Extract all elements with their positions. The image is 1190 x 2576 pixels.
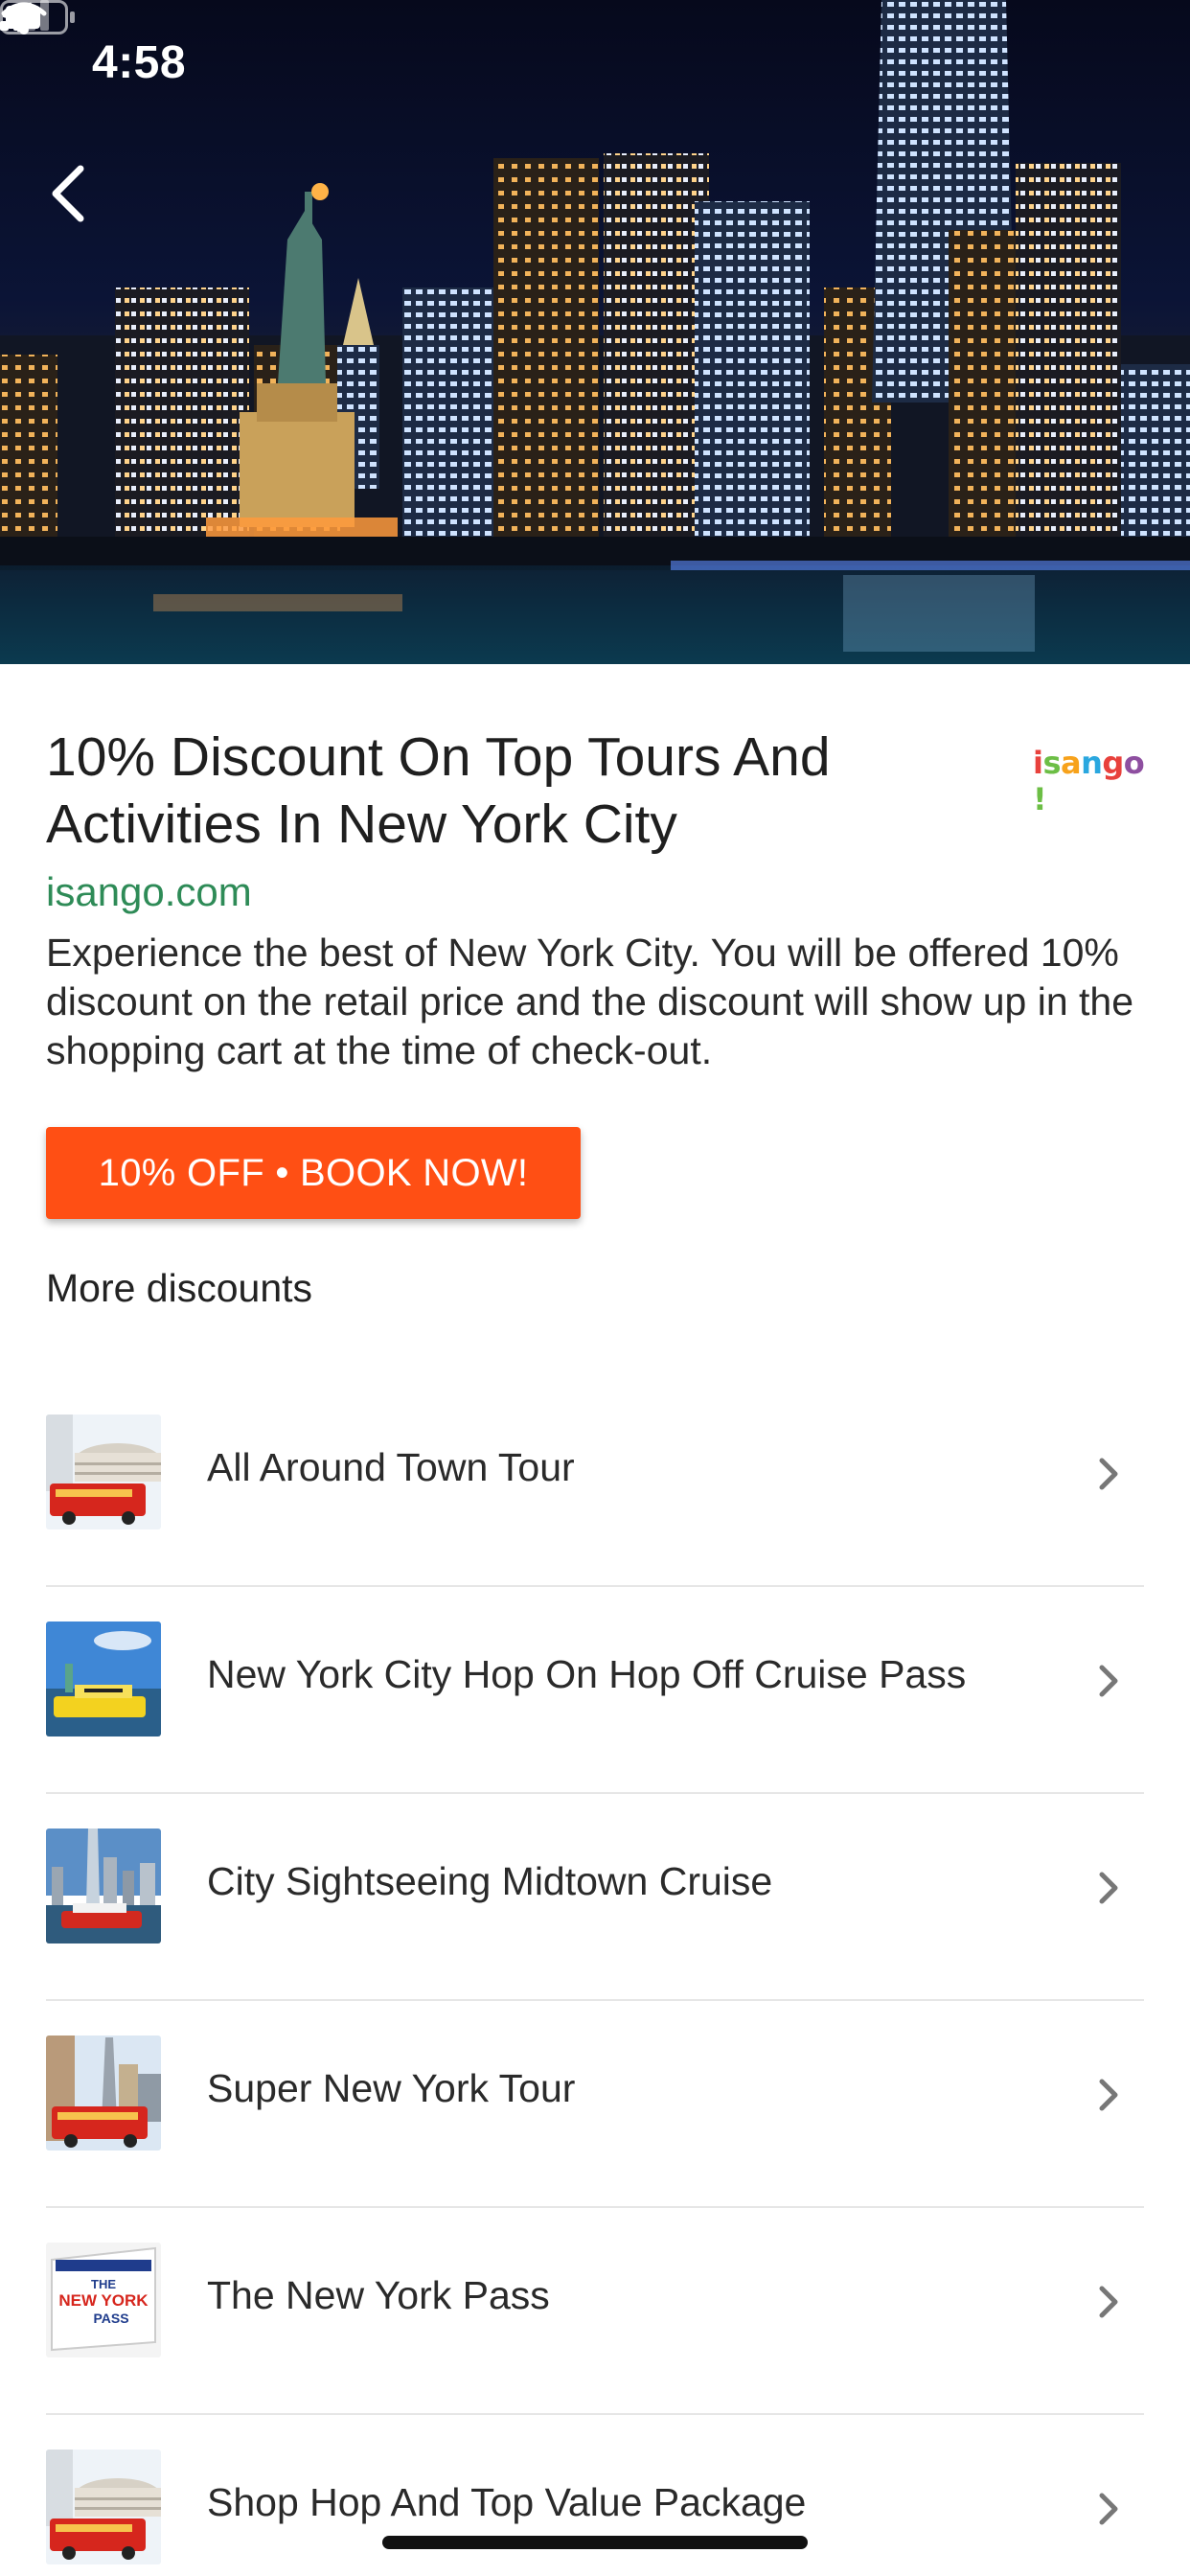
logo-letter: s (1042, 745, 1062, 781)
pass-text-new-york: NEW YORK (58, 2291, 149, 2310)
chevron-right-icon (1099, 2493, 1118, 2525)
tour-thumbnail (46, 1828, 161, 1944)
chevron-right-icon (1099, 2079, 1118, 2111)
chevron-right-icon (1099, 1872, 1118, 1904)
more-discounts-heading: More discounts (46, 1266, 313, 1310)
tour-thumbnail (46, 1414, 161, 1530)
tour-thumbnail (46, 2036, 161, 2150)
status-bar: 4:58 (0, 0, 1190, 126)
list-item-label: All Around Town Tour (207, 1445, 575, 1489)
isango-logo[interactable]: isango! (1033, 745, 1148, 817)
list-item-shop-hop-and-top[interactable]: Shop Hop And Top Value Package (46, 2415, 1144, 2576)
battery-icon (0, 0, 75, 34)
list-item-new-york-pass[interactable]: THE NEW YORK PASS The New York Pass (46, 2208, 1144, 2415)
logo-letter: a (1061, 745, 1082, 781)
discount-list: All Around Town Tour New York City Hop O… (46, 1380, 1144, 2576)
book-now-button[interactable]: 10% OFF • BOOK NOW! (46, 1127, 581, 1219)
logo-letter: n (1081, 745, 1103, 781)
list-item-all-around-town-tour[interactable]: All Around Town Tour (46, 1380, 1144, 1587)
pass-text-the: THE (91, 2277, 116, 2291)
tour-thumbnail (46, 2450, 161, 2564)
list-item-label: The New York Pass (207, 2273, 550, 2317)
list-item-label: Shop Hop And Top Value Package (207, 2480, 807, 2524)
chevron-right-icon (1099, 1458, 1118, 1490)
status-time: 4:58 (92, 37, 187, 88)
list-item-midtown-cruise[interactable]: City Sightseeing Midtown Cruise (46, 1794, 1144, 2001)
hero-image: 4:58 (0, 0, 1190, 664)
chevron-left-icon (52, 165, 84, 222)
chevron-right-icon (1099, 1665, 1118, 1697)
list-item-label: Super New York Tour (207, 2066, 576, 2110)
tour-thumbnail (46, 1622, 161, 1736)
list-item-label: New York City Hop On Hop Off Cruise Pass (207, 1652, 967, 1696)
ad-description: Experience the best of New York City. Yo… (46, 931, 1134, 1072)
list-item-label: City Sightseeing Midtown Cruise (207, 1859, 773, 1903)
list-item-hop-on-hop-off-cruise-pass[interactable]: New York City Hop On Hop Off Cruise Pass (46, 1587, 1144, 1794)
logo-letter: g (1102, 745, 1124, 781)
tour-thumbnail: THE NEW YORK PASS (46, 2242, 161, 2358)
home-indicator[interactable] (382, 2536, 808, 2549)
back-button[interactable] (46, 163, 123, 249)
logo-letter: ! (1033, 781, 1047, 817)
list-item-super-new-york-tour[interactable]: Super New York Tour (46, 2001, 1144, 2208)
pass-text-pass: PASS (93, 2311, 128, 2326)
ad-domain-link[interactable]: isango.com (46, 869, 252, 915)
logo-letter: i (1033, 745, 1043, 781)
ad-title: 10% Discount On Top Tours And Activities… (46, 726, 831, 855)
logo-letter: o (1123, 745, 1145, 781)
chevron-right-icon (1099, 2286, 1118, 2318)
